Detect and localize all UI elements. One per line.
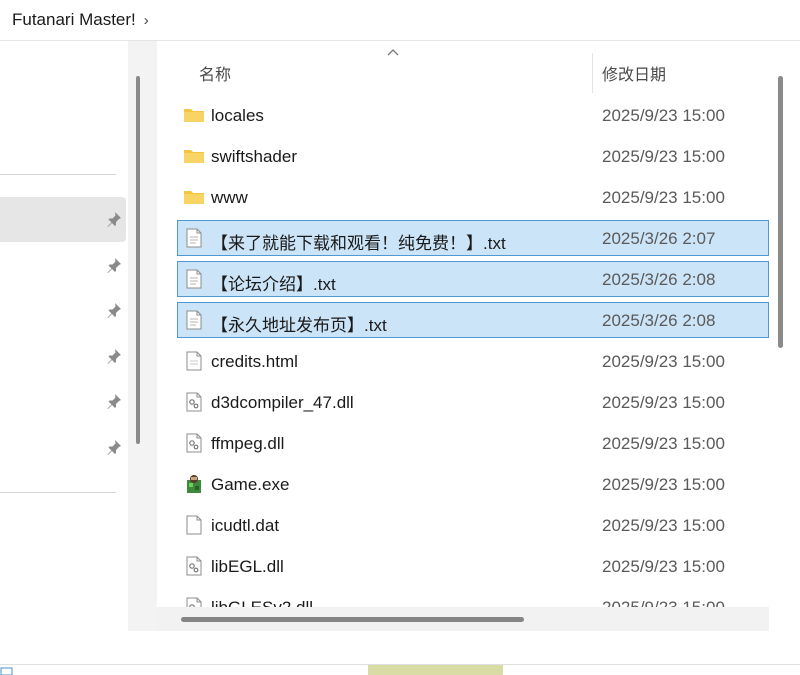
file-row[interactable]: ffmpeg.dll 2025/9/23 15:00 — [177, 425, 769, 461]
file-row[interactable]: libEGL.dll 2025/9/23 15:00 — [177, 548, 769, 584]
file-name: ffmpeg.dll — [211, 434, 285, 453]
file-modified-date: 2025/3/26 2:08 — [602, 311, 716, 330]
column-header-modified[interactable]: 修改日期 — [602, 61, 666, 85]
file-row[interactable]: www 2025/9/23 15:00 — [177, 179, 769, 215]
pin-icon[interactable] — [106, 302, 122, 318]
status-icon — [0, 667, 13, 675]
horizontal-scroll-thumb[interactable] — [181, 617, 524, 622]
breadcrumb: Futanari Master! › — [0, 0, 800, 41]
pin-icon[interactable] — [106, 439, 122, 455]
column-header-name[interactable]: 名称 — [199, 61, 231, 85]
nav-pinned-item[interactable] — [0, 243, 126, 288]
dll-file-icon — [183, 556, 205, 576]
content-right-gutter — [769, 41, 800, 631]
file-row[interactable]: Game.exe 2025/9/23 15:00 — [177, 466, 769, 502]
file-modified-date: 2025/9/23 15:00 — [602, 516, 725, 535]
text-file-icon — [183, 310, 205, 330]
html-file-icon — [183, 351, 205, 371]
file-name: 【论坛介绍】.txt — [211, 275, 336, 294]
background-window-preview — [368, 665, 503, 675]
file-modified-date: 2025/9/23 15:00 — [602, 147, 725, 166]
pin-icon[interactable] — [106, 393, 122, 409]
navigation-pane — [0, 41, 128, 631]
breadcrumb-folder[interactable]: Futanari Master! — [12, 10, 136, 30]
file-name: locales — [211, 106, 264, 125]
file-name: swiftshader — [211, 147, 297, 166]
file-row[interactable]: locales 2025/9/23 15:00 — [177, 97, 769, 133]
file-name: 【来了就能下载和观看！纯免费！】.txt — [211, 234, 506, 253]
nav-pinned-item[interactable] — [0, 197, 126, 242]
nav-divider — [0, 492, 116, 493]
file-name: 【永久地址发布页】.txt — [211, 316, 387, 335]
dll-file-icon — [183, 433, 205, 453]
pin-icon[interactable] — [106, 257, 122, 273]
folder-icon — [183, 146, 205, 166]
file-row[interactable]: credits.html 2025/9/23 15:00 — [177, 343, 769, 379]
text-file-icon — [183, 269, 205, 289]
sort-ascending-icon[interactable] — [387, 48, 399, 56]
pin-icon[interactable] — [106, 211, 122, 227]
nav-pinned-item[interactable] — [0, 379, 126, 424]
file-modified-date: 2025/3/26 2:08 — [602, 270, 716, 289]
file-modified-date: 2025/9/23 15:00 — [602, 106, 725, 125]
folder-icon — [183, 105, 205, 125]
file-modified-date: 2025/9/23 15:00 — [602, 188, 725, 207]
file-row[interactable]: d3dcompiler_47.dll 2025/9/23 15:00 — [177, 384, 769, 420]
dll-file-icon — [183, 392, 205, 412]
file-name: icudtl.dat — [211, 516, 280, 535]
pin-icon[interactable] — [106, 348, 122, 364]
folder-icon — [183, 187, 205, 207]
file-list-vertical-scrollbar[interactable] — [778, 76, 783, 348]
nav-pinned-item[interactable] — [0, 425, 126, 470]
nav-pinned-item[interactable] — [0, 334, 126, 379]
file-modified-date: 2025/9/23 15:00 — [602, 352, 725, 371]
file-row[interactable]: icudtl.dat 2025/9/23 15:00 — [177, 507, 769, 543]
nav-scroll-gutter — [128, 41, 157, 631]
status-area — [0, 631, 800, 675]
nav-scrollbar[interactable] — [136, 76, 140, 444]
file-name: libEGL.dll — [211, 557, 284, 576]
file-list: 名称 修改日期 locales 2025/9/23 15:00 swiftshade… — [157, 41, 769, 631]
file-name: d3dcompiler_47.dll — [211, 393, 354, 412]
file-list-horizontal-scrollbar[interactable] — [157, 607, 769, 631]
nav-divider — [0, 174, 116, 175]
text-file-icon — [183, 228, 205, 248]
nav-pinned-item[interactable] — [0, 288, 126, 333]
file-modified-date: 2025/9/23 15:00 — [602, 557, 725, 576]
file-row[interactable]: swiftshader 2025/9/23 15:00 — [177, 138, 769, 174]
breadcrumb-chevron-icon[interactable]: › — [144, 12, 149, 29]
file-name: www — [211, 188, 248, 207]
file-row[interactable]: 【论坛介绍】.txt 2025/3/26 2:08 — [177, 261, 769, 297]
file-row[interactable]: 【永久地址发布页】.txt 2025/3/26 2:08 — [177, 302, 769, 338]
file-name: credits.html — [211, 352, 298, 371]
blank-file-icon — [183, 515, 205, 535]
file-modified-date: 2025/9/23 15:00 — [602, 475, 725, 494]
file-modified-date: 2025/9/23 15:00 — [602, 393, 725, 412]
file-modified-date: 2025/9/23 15:00 — [602, 434, 725, 453]
file-name: Game.exe — [211, 475, 290, 494]
file-row[interactable]: 【来了就能下载和观看！纯免费！】.txt 2025/3/26 2:07 — [177, 220, 769, 256]
column-divider[interactable] — [592, 53, 593, 93]
file-modified-date: 2025/3/26 2:07 — [602, 229, 716, 248]
game-exe-icon — [183, 474, 205, 494]
